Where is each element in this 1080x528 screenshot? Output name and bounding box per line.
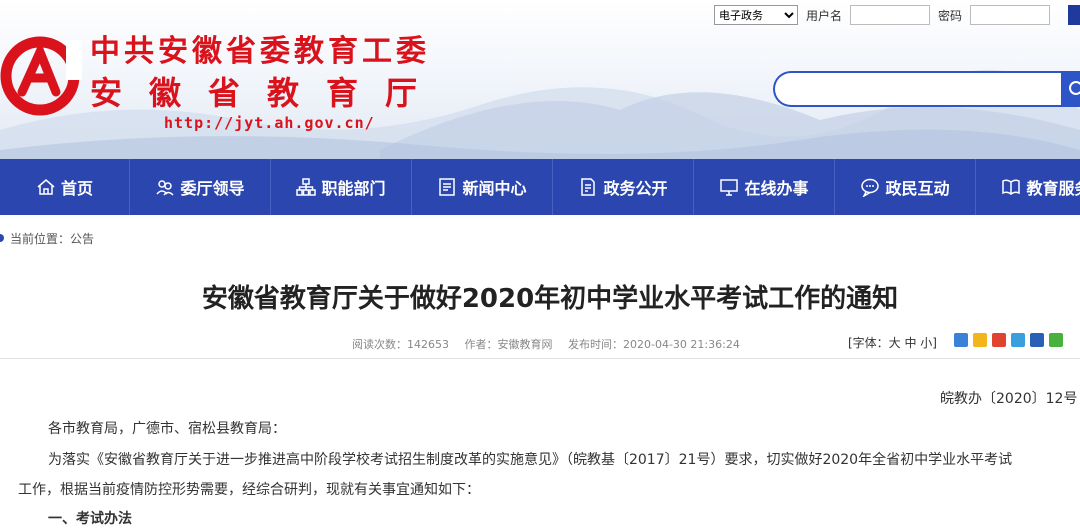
site-name-line2: 安徽省教育厅 (90, 74, 445, 112)
nav-label: 教育服务 (1026, 179, 1080, 198)
nav-item-news[interactable]: 新闻中心 (412, 159, 553, 215)
logo-icon (0, 36, 82, 116)
plus-share-icon[interactable] (954, 333, 968, 347)
renren-icon[interactable] (1030, 333, 1044, 347)
breadcrumb-label: 当前位置： (10, 231, 71, 246)
monitor-icon (720, 179, 739, 196)
site-header: 中共安徽省委教育工委 安徽省教育厅 http://jyt.ah.gov.cn/ … (0, 0, 1080, 159)
article-title: 安徽省教育厅关于做好2020年初中学业水平考试工作的通知 (201, 284, 899, 314)
nav-item-leaders[interactable]: 委厅领导 (130, 159, 271, 215)
password-label: 密码 (938, 8, 963, 23)
nav-label: 职能部门 (321, 179, 386, 198)
divider (0, 358, 1080, 359)
news-icon (439, 178, 456, 196)
site-url[interactable]: http://jyt.ah.gov.cn/ (164, 114, 375, 132)
breadcrumb-marker-icon (0, 234, 4, 242)
nav-label: 政民互动 (885, 179, 950, 198)
username-label: 用户名 (806, 8, 843, 23)
search-icon (1069, 81, 1080, 95)
nav-label: 在线办事 (744, 179, 809, 198)
nav-label: 委厅领导 (180, 179, 245, 198)
salutation: 各市教育局，广德市、宿松县教育局： (48, 421, 286, 437)
font-size-switcher[interactable]: [字体：大 中 小] (848, 334, 937, 351)
main-nav: 首页 委厅领导 职能部门 新闻中心 政务公开 在线办事 政民互动 教育服务 (0, 159, 1080, 215)
publish-time: 发布时间：2020-04-30 21:36:24 (568, 338, 740, 351)
search-button[interactable] (1061, 71, 1080, 107)
nav-label: 首页 (60, 179, 93, 198)
body-paragraph-line1: 为落实《安徽省教育厅关于进一步推进高中阶段学校考试招生制度改革的实施意见》（皖教… (48, 452, 1013, 468)
search-input[interactable] (773, 71, 1067, 107)
login-button[interactable] (1068, 5, 1080, 25)
nav-item-home[interactable]: 首页 (0, 159, 130, 215)
wechat-icon[interactable] (1049, 333, 1063, 347)
nav-item-online-service[interactable]: 在线办事 (694, 159, 835, 215)
view-count: 阅读次数：142653 (352, 338, 449, 351)
org-chart-icon (296, 178, 317, 196)
section-heading: 一、考试办法 (48, 511, 132, 527)
qzone-icon[interactable] (973, 333, 987, 347)
service-select[interactable]: 电子政务 (714, 5, 798, 25)
share-bar (954, 333, 1068, 347)
nav-label: 新闻中心 (462, 179, 527, 198)
login-bar: 电子政务 用户名 密码 (714, 5, 1080, 25)
password-field[interactable] (970, 5, 1051, 25)
book-icon (1002, 179, 1021, 195)
nav-item-departments[interactable]: 职能部门 (271, 159, 412, 215)
author: 作者：安徽教育网 (464, 338, 553, 351)
nav-label: 政务公开 (603, 179, 668, 198)
tencent-weibo-icon[interactable] (1011, 333, 1025, 347)
username-field[interactable] (850, 5, 931, 25)
article-meta: 阅读次数：142653 作者：安徽教育网 发布时间：2020-04-30 21:… (352, 336, 752, 352)
site-name-line1: 中共安徽省委教育工委 (90, 34, 430, 69)
body-paragraph-line2: 工作，根据当前疫情防控形势需要，经综合研判，现就有关事宜通知如下： (18, 482, 480, 498)
breadcrumb-current[interactable]: 公告 (70, 230, 94, 247)
nav-item-public-affairs[interactable]: 政务公开 (553, 159, 694, 215)
document-number: 皖教办〔2020〕12号 (940, 391, 1078, 407)
nav-item-education-service[interactable]: 教育服务 (976, 159, 1080, 215)
breadcrumb: 当前位置： 公告 (0, 230, 94, 246)
chat-icon (861, 178, 880, 197)
weibo-icon[interactable] (992, 333, 1006, 347)
document-icon (581, 178, 596, 196)
leaders-icon (156, 180, 175, 196)
home-icon (37, 179, 55, 195)
nav-item-interaction[interactable]: 政民互动 (835, 159, 976, 215)
